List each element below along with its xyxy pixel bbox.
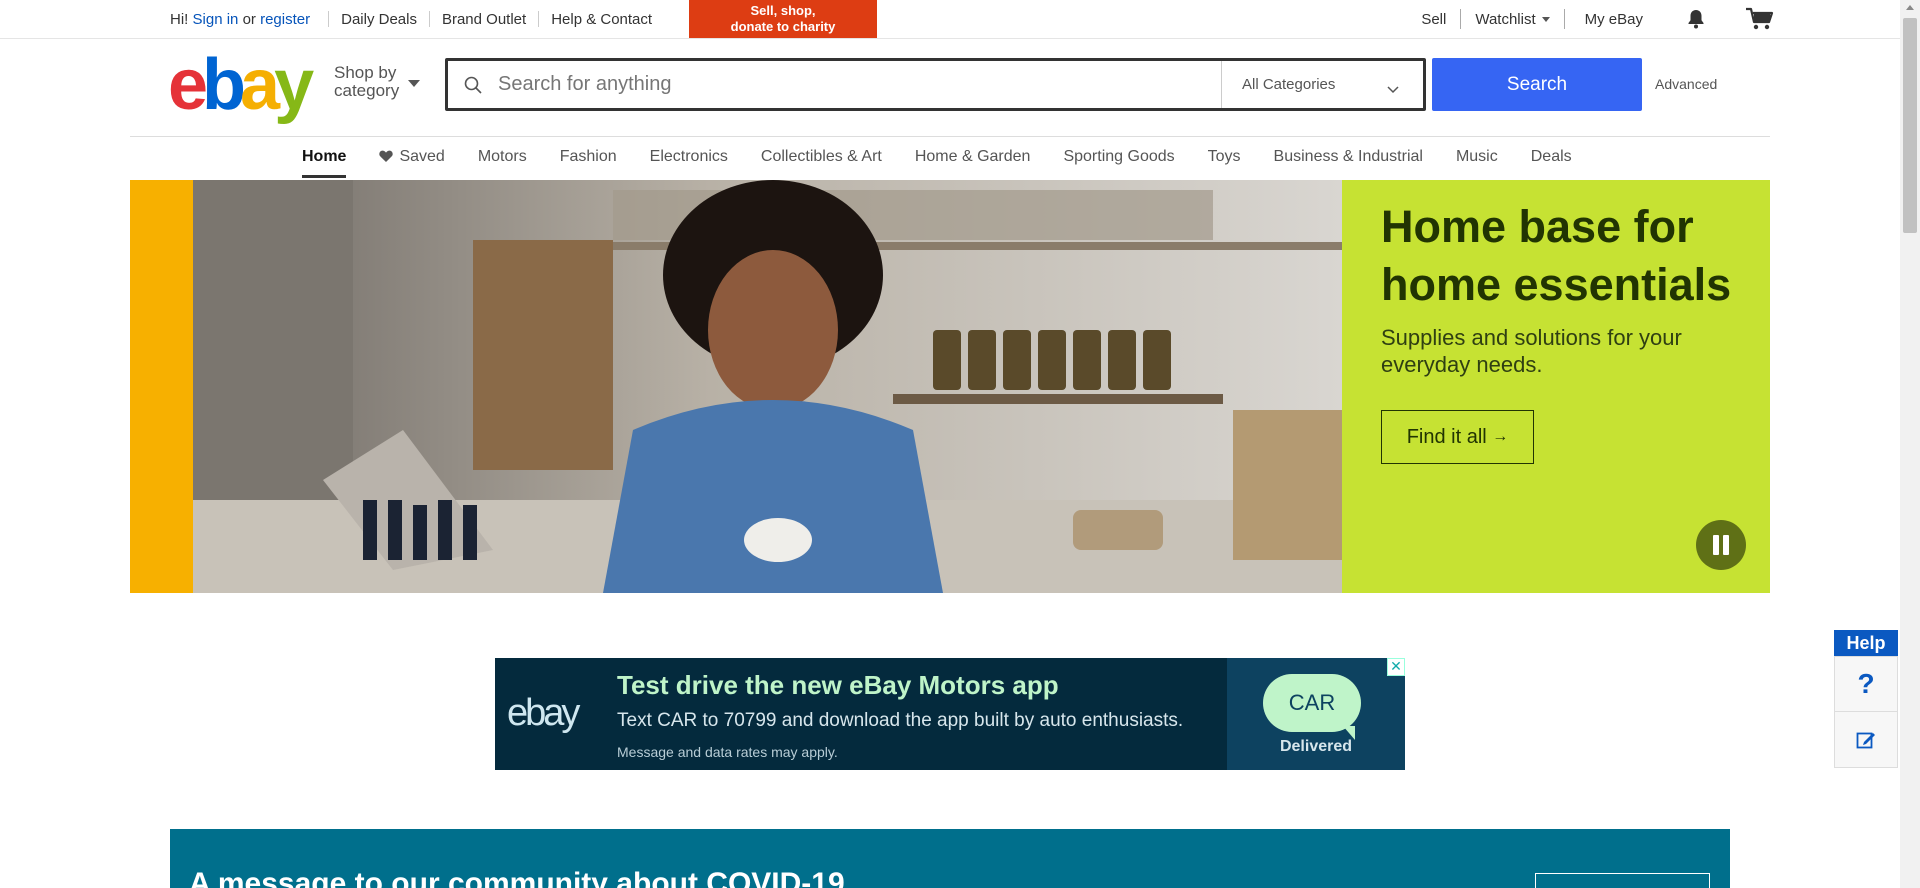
charity-line-2: donate to charity [730,19,836,34]
nav-item-business-industrial[interactable]: Business & Industrial [1274,148,1423,178]
logo-letter-b: b [202,45,246,125]
scroll-up-icon[interactable] [1906,5,1914,10]
nav-item-deals[interactable]: Deals [1531,148,1572,178]
nav-item-home[interactable]: Home [302,148,347,178]
ad-body: Text CAR to 70799 and download the app b… [617,710,1184,731]
search-input[interactable] [498,61,1221,108]
logo-letter-a: a [240,45,280,125]
feedback-icon [1856,730,1876,750]
shop-by-label: Shop by [334,63,397,82]
ad-delivered-text: Delivered [1279,738,1353,755]
ad-headline: Test drive the new eBay Motors app [617,670,1059,700]
nav-item-electronics[interactable]: Electronics [650,148,728,178]
divider [1563,9,1565,29]
greeting-text: Hi! [170,10,189,28]
chevron-down-icon [408,80,420,87]
question-icon: ? [1857,668,1875,699]
chevron-down-icon [1387,81,1399,98]
daily-deals-link[interactable]: Daily Deals [341,11,417,28]
category-nav: Home Saved Motors Fashion Electronics Co… [302,148,1605,178]
page-scrollbar[interactable] [1900,0,1920,888]
register-link[interactable]: register [260,11,310,28]
divider [428,11,430,27]
scrollbar-thumb[interactable] [1903,18,1917,233]
shop-by-category-button[interactable]: Shop by category [334,63,420,100]
hero-accent-stripe [130,180,193,593]
divider [1460,9,1462,29]
ad-close-icon[interactable]: ✕ [1387,658,1405,676]
ad-car-bubble: CAR [1263,674,1361,740]
watchlist-dropdown[interactable]: Watchlist [1475,10,1550,28]
cta-label: Find it all [1406,425,1487,448]
bell-icon[interactable] [1687,9,1705,29]
pause-icon [1723,535,1729,555]
my-ebay-link[interactable]: My eBay [1585,11,1643,28]
divider [538,11,540,27]
nav-item-home-garden[interactable]: Home & Garden [915,148,1031,178]
help-question-button[interactable]: ? [1834,656,1898,712]
nav-item-motors[interactable]: Motors [478,148,527,178]
sell-link[interactable]: Sell [1421,11,1446,28]
nav-item-collectibles-art[interactable]: Collectibles & Art [761,148,882,178]
covid-learn-more-button[interactable] [1535,873,1710,888]
search-bar: All Categories [445,58,1426,111]
search-icon [448,61,498,108]
heart-icon [379,149,394,167]
help-label[interactable]: Help [1834,630,1898,656]
charity-line-1: Sell, shop, [750,3,816,18]
nav-item-fashion[interactable]: Fashion [560,148,617,178]
charity-banner-link[interactable]: Sell, shop, donate to charity [689,0,877,38]
nav-item-music[interactable]: Music [1456,148,1498,178]
logo-letter-e: e [168,45,208,125]
chevron-down-icon [1541,17,1550,23]
logo-letter-y: y [274,45,314,125]
topbar-left: Hi! Sign in or register Daily Deals Bran… [170,0,652,38]
nav-divider [130,136,1770,137]
watchlist-label: Watchlist [1475,10,1536,28]
ad-disclaimer: Message and data rates may apply. [617,744,838,760]
brand-outlet-link[interactable]: Brand Outlet [442,11,526,28]
arrow-right-icon: → [1492,428,1509,445]
feedback-button[interactable] [1834,712,1898,768]
category-label: category [334,81,400,100]
top-utility-bar: Hi! Sign in or register Daily Deals Bran… [0,0,1900,39]
ad-ebay-logo: ebay [507,692,580,734]
covid-message-banner: A message to our community about COVID-1… [170,829,1730,888]
pause-icon [1713,535,1719,555]
or-text: or [242,10,256,28]
hero-image[interactable] [193,180,1342,593]
search-button[interactable]: Search [1432,58,1642,111]
nav-item-sporting-goods[interactable]: Sporting Goods [1063,148,1174,178]
advanced-search-link[interactable]: Advanced [1655,76,1717,92]
carousel-pause-button[interactable] [1696,520,1746,570]
sign-in-link[interactable]: Sign in [193,11,239,28]
ebay-logo[interactable]: ebay [168,49,318,121]
hero-subtitle: Supplies and solutions for your everyday… [1381,325,1682,377]
hero-title: Home base for home essentials [1381,201,1732,310]
topbar-right: Sell Watchlist My eBay [1421,0,1775,38]
nav-item-saved-label: Saved [399,148,445,165]
find-it-all-button[interactable]: Find it all → [1381,410,1534,464]
help-widget: Help ? [1834,630,1898,768]
help-contact-link[interactable]: Help & Contact [551,11,652,28]
category-select[interactable]: All Categories [1221,61,1423,108]
nav-item-toys[interactable]: Toys [1208,148,1241,178]
nav-item-saved[interactable]: Saved [379,148,445,178]
cart-icon[interactable] [1745,7,1775,31]
hero-carousel: Home base for home essentials Supplies a… [130,180,1770,593]
ad-right-panel: CAR Delivered [1227,658,1405,770]
covid-title: A message to our community about COVID-1… [189,867,845,888]
divider [328,11,330,27]
motors-app-ad-banner[interactable]: ebay Test drive the new eBay Motors app … [495,658,1405,770]
category-selected-value: All Categories [1242,76,1336,93]
